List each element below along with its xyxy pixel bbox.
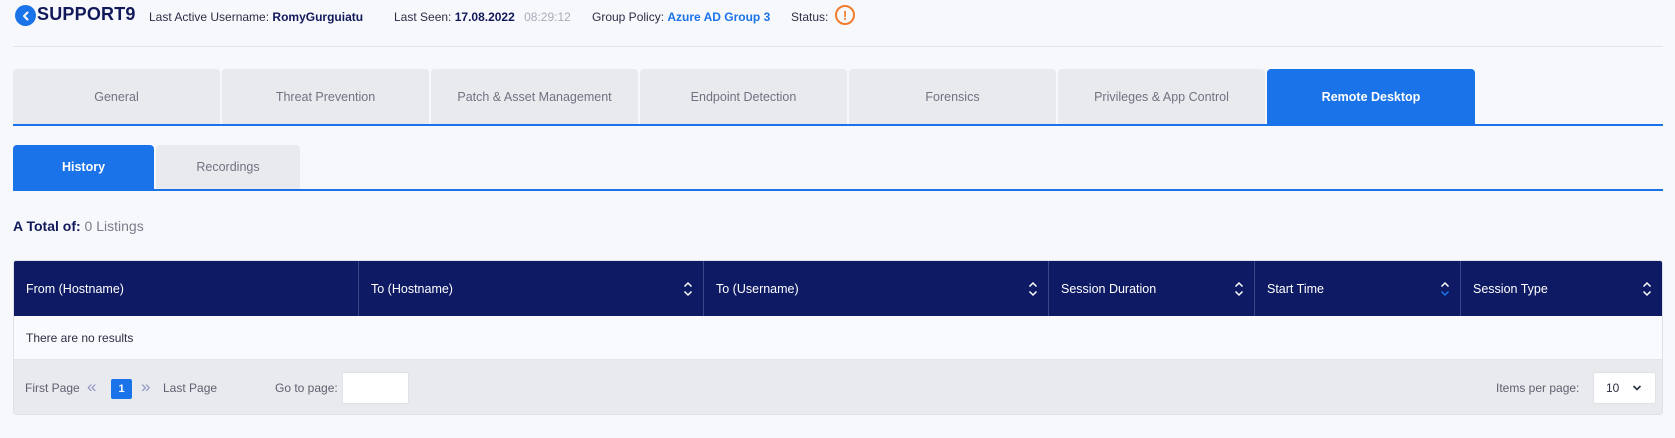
sort-icon[interactable]	[1028, 281, 1038, 297]
group-policy-link[interactable]: Azure AD Group 3	[667, 10, 770, 24]
column-header-session-type[interactable]: Session Type	[1461, 261, 1662, 316]
goto-page-label: Go to page:	[275, 381, 338, 395]
pagination-bar: First Page « 1 » Last Page Go to page: I…	[14, 360, 1662, 414]
total-listings: A Total of: 0 Listings	[13, 218, 144, 234]
tab-endpoint-detection[interactable]: Endpoint Detection	[640, 69, 847, 124]
tab-patch-asset-management[interactable]: Patch & Asset Management	[431, 69, 638, 124]
chevron-down-icon	[1632, 385, 1642, 391]
current-page-button[interactable]: 1	[111, 379, 132, 399]
tab-privileges-app-control[interactable]: Privileges & App Control	[1058, 69, 1265, 124]
tab-history[interactable]: History	[13, 145, 154, 189]
double-chevron-left-icon[interactable]: «	[87, 377, 96, 397]
last-seen-time: 08:29:12	[524, 10, 571, 24]
tab-threat-prevention[interactable]: Threat Prevention	[222, 69, 429, 124]
tab-forensics[interactable]: Forensics	[849, 69, 1056, 124]
last-seen-info: Last Seen: 17.08.2022 08:29:12	[394, 10, 571, 24]
last-seen-label: Last Seen:	[394, 10, 452, 24]
tab-recordings[interactable]: Recordings	[156, 145, 300, 189]
device-header: SUPPORT9 Last Active Username: RomyGurgu…	[13, 0, 1663, 47]
sort-icon[interactable]	[1234, 281, 1244, 297]
column-label: Session Duration	[1061, 281, 1157, 296]
empty-results-row: There are no results	[14, 316, 1662, 360]
last-seen-date: 17.08.2022	[454, 10, 515, 24]
tab-remote-desktop[interactable]: Remote Desktop	[1267, 69, 1475, 124]
column-label: Start Time	[1267, 281, 1324, 296]
column-header-from-hostname[interactable]: From (Hostname)	[14, 261, 359, 316]
table-header: From (Hostname) To (Hostname) To (Userna…	[14, 261, 1662, 316]
column-header-session-duration[interactable]: Session Duration	[1049, 261, 1255, 316]
column-label: From (Hostname)	[26, 281, 124, 296]
column-header-to-hostname[interactable]: To (Hostname)	[359, 261, 704, 316]
items-per-page-select[interactable]: 10	[1593, 372, 1656, 404]
last-active-info: Last Active Username: RomyGurguiatu	[149, 10, 363, 24]
sort-icon[interactable]	[683, 281, 693, 297]
column-label: To (Hostname)	[371, 281, 453, 296]
last-active-label: Last Active Username:	[149, 10, 270, 24]
total-count: 0 Listings	[84, 218, 144, 234]
status-label: Status:	[791, 10, 829, 24]
sort-icon[interactable]	[1642, 281, 1652, 297]
column-header-start-time[interactable]: Start Time	[1255, 261, 1461, 316]
column-header-to-username[interactable]: To (Username)	[704, 261, 1049, 316]
last-page-link[interactable]: Last Page	[163, 381, 217, 395]
host-name: SUPPORT9	[37, 4, 136, 24]
back-button[interactable]	[15, 5, 36, 26]
sort-desc-icon[interactable]	[1440, 281, 1450, 297]
goto-page-input[interactable]	[342, 372, 409, 404]
items-per-page-label: Items per page:	[1496, 381, 1580, 395]
first-page-link[interactable]: First Page	[25, 381, 80, 395]
tab-general[interactable]: General	[13, 69, 220, 124]
group-policy-info: Group Policy: Azure AD Group 3	[592, 10, 770, 24]
group-policy-label: Group Policy:	[592, 10, 665, 24]
double-chevron-right-icon[interactable]: »	[141, 377, 150, 397]
column-label: Session Type	[1473, 281, 1548, 296]
main-tab-bar: General Threat Prevention Patch & Asset …	[13, 69, 1663, 126]
history-table: From (Hostname) To (Hostname) To (Userna…	[13, 260, 1663, 415]
sub-tab-bar: History Recordings	[13, 145, 1663, 191]
warning-icon[interactable]: !	[835, 5, 855, 25]
last-active-username: RomyGurguiatu	[272, 10, 364, 24]
items-per-page-value: 10	[1606, 381, 1620, 395]
total-label: A Total of:	[13, 218, 81, 234]
column-label: To (Username)	[716, 281, 799, 296]
chevron-left-icon	[22, 11, 28, 20]
